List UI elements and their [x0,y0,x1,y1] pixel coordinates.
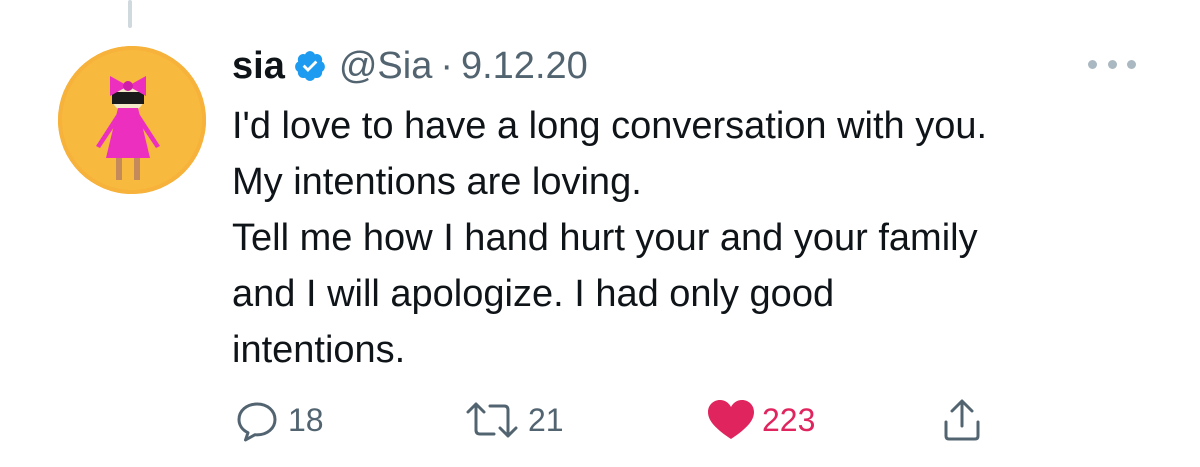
tweet-header: sia @Sia · 9.12.20 [232,40,588,92]
tweet-date[interactable]: 9.12.20 [461,45,588,88]
avatar-image [58,46,206,194]
display-name[interactable]: sia [232,45,285,88]
reply-button[interactable]: 18 [230,396,324,444]
header-separator: · [440,44,453,87]
tweet-text-line: My intentions are loving. [232,161,642,203]
like-count: 223 [762,401,816,438]
tweet-text-line: intentions. [232,329,406,371]
heart-icon [708,400,754,439]
retweet-button[interactable]: 21 [460,396,564,444]
tweet-text-line: I'd love to have a long conversation wit… [232,105,988,147]
reply-count: 18 [288,401,324,438]
share-button[interactable] [938,396,986,444]
tweet-text-line: Tell me how I hand hurt your and your fa… [232,217,978,259]
verified-badge-icon [293,49,327,83]
like-button[interactable]: 223 [704,396,815,444]
tweet-text-line: and I will apologize. I had only good [232,273,835,315]
tweet-actions: 18 21 223 [230,396,1030,444]
reply-icon [237,402,277,442]
thread-connector-line [128,0,132,28]
tweet[interactable]: sia @Sia · 9.12.20 I'd love to have a lo… [0,0,1200,467]
more-options-icon[interactable] [1082,52,1142,76]
retweet-icon [466,402,518,438]
tweet-text: I'd love to have a long conversation wit… [232,98,1162,378]
avatar[interactable] [58,46,206,194]
retweet-count: 21 [528,401,564,438]
share-icon [944,399,980,441]
user-handle[interactable]: @Sia [339,45,433,88]
